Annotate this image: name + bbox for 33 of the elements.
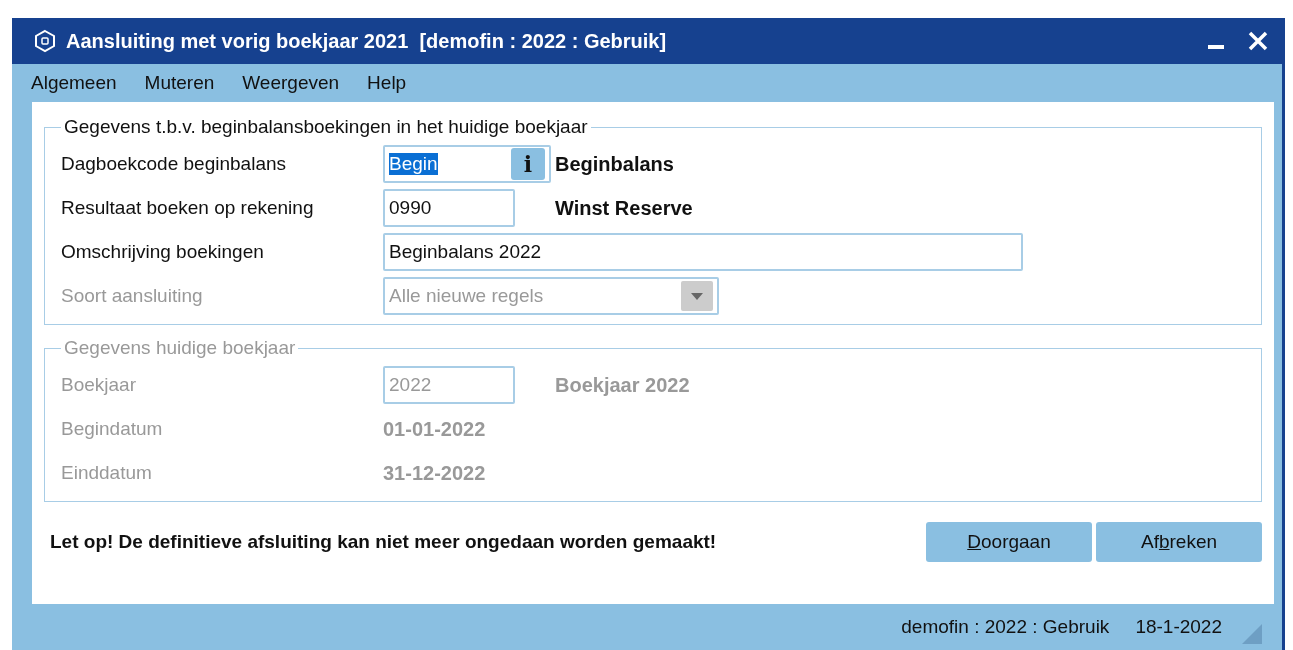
section-title: Gegevens t.b.v. beginbalansboekingen in het huidige boekjaar — [63, 116, 589, 138]
field-description: Winst Reserve — [555, 196, 693, 220]
field-label: Dagboekcode beginbalans — [61, 153, 287, 175]
status-text: 18-1-2022 — [1135, 616, 1222, 638]
field-label: Resultaat boeken op rekening — [61, 197, 315, 219]
dialog-button[interactable]: Doorgaan — [926, 522, 1092, 562]
input-field[interactable]: 0990 — [383, 189, 515, 227]
field-value: 01-01-2022 — [383, 417, 486, 441]
field-label: Begindatum — [61, 418, 164, 440]
field-description: Beginbalans — [555, 152, 674, 176]
field-label: Soort aansluiting — [61, 285, 204, 307]
field-label: Omschrijving boekingen — [61, 241, 265, 263]
app-logo-icon — [34, 29, 56, 53]
resize-grip-icon[interactable] — [1242, 624, 1262, 644]
dialog-button[interactable]: Afbreken — [1096, 522, 1262, 562]
menu-item[interactable]: Algemeen — [31, 72, 117, 94]
warning-text: Let op! De definitieve afsluiting kan niet meer ongedaan worden gemaakt! — [49, 531, 718, 553]
field-value: 31-12-2022 — [383, 461, 486, 485]
section-title: Gegevens huidige boekjaar — [63, 337, 297, 359]
input-field[interactable]: Begin i — [383, 145, 551, 183]
field-description: Boekjaar 2022 — [555, 373, 690, 397]
window-title: Aansluiting met vorig boekjaar 2021 [demofin : 2022 : Gebruik] — [66, 29, 668, 53]
status-text: demofin : 2022 : Gebruik — [901, 616, 1110, 638]
minimize-icon[interactable] — [1208, 45, 1224, 51]
field-label: Einddatum — [61, 462, 153, 484]
field-label: Boekjaar — [61, 374, 137, 396]
menu-item[interactable]: Help — [367, 72, 407, 94]
close-icon[interactable] — [1248, 31, 1268, 51]
menu-item[interactable]: Muteren — [144, 72, 215, 94]
input-field[interactable]: Beginbalans 2022 — [383, 233, 1023, 271]
menu-item[interactable]: Weergeven — [242, 72, 340, 94]
info-button[interactable]: i — [511, 148, 545, 180]
caret-icon — [681, 281, 713, 311]
